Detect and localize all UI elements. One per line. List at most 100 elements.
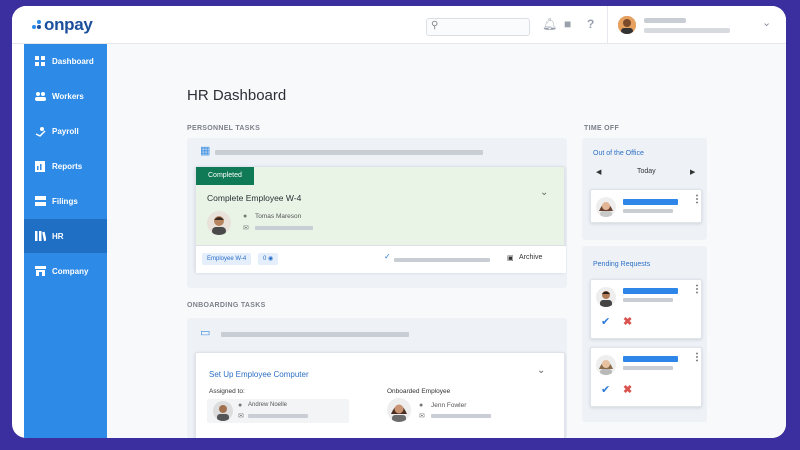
date-placeholder [623, 298, 673, 302]
chevron-down-icon[interactable]: ⌄ [762, 16, 771, 29]
onpay-logo[interactable]: onpay [32, 15, 93, 35]
name-placeholder [623, 356, 678, 362]
onboarding-task-card[interactable]: Set Up Employee Computer ⌄ Assigned to: … [195, 352, 565, 438]
mail-icon: ✉ [419, 413, 425, 420]
sidebar-item-dashboard[interactable]: Dashboard [24, 44, 107, 78]
panel-title-placeholder [221, 332, 409, 337]
next-day-button[interactable]: ▶ [690, 168, 695, 176]
task-title[interactable]: Set Up Employee Computer [209, 370, 309, 379]
person-icon: ● [238, 402, 243, 409]
out-of-office-card[interactable]: ⋮ [590, 189, 702, 223]
completed-date-placeholder [394, 258, 490, 262]
search-input[interactable]: ⚲ [426, 18, 530, 36]
task-card[interactable]: Completed Complete Employee W-4 ⌄ ● Toma… [195, 166, 566, 273]
mail-icon: ✉ [238, 413, 244, 420]
time-off-heading: TIME OFF [584, 125, 620, 132]
comments-badge[interactable]: 0 ◉ [258, 253, 279, 265]
sidebar-item-reports[interactable]: Reports [24, 149, 107, 183]
prev-day-button[interactable]: ◀ [596, 168, 601, 176]
user-name-placeholder [644, 18, 686, 23]
approve-check-icon[interactable]: ✔ [601, 383, 610, 396]
sidebar-item-label: Filings [52, 196, 78, 206]
more-icon[interactable]: ⋮ [692, 195, 702, 205]
sidebar-item-workers[interactable]: Workers [24, 79, 107, 113]
filings-icon [34, 195, 46, 207]
pending-requests-panel: Pending Requests ⋮ ✔ ✖ ⋮ ✔ ✖ [582, 246, 707, 422]
gift-icon[interactable]: ■ [564, 17, 571, 31]
search-icon: ⚲ [431, 20, 439, 31]
mail-icon: ✉ [243, 225, 249, 232]
document-tag[interactable]: Employee W-4 [202, 253, 252, 265]
archive-button[interactable]: Archive [519, 254, 542, 261]
sidebar-item-label: Workers [52, 91, 84, 101]
request-card[interactable]: ⋮ ✔ ✖ [590, 279, 702, 339]
person-icon: ● [243, 213, 248, 220]
pending-requests-title: Pending Requests [593, 261, 651, 268]
bell-icon[interactable]: 🔔︎ [542, 17, 557, 31]
onboarded-name: Jenn Fowler [431, 402, 467, 409]
onboarded-label: Onboarded Employee [387, 388, 451, 395]
logo-text: onpay [44, 15, 93, 34]
check-icon: ✓ [384, 252, 391, 261]
deny-x-icon[interactable]: ✖ [623, 315, 632, 328]
chevron-down-icon[interactable]: ⌄ [537, 365, 545, 376]
user-company-placeholder [644, 28, 730, 33]
employee-avatar [596, 355, 616, 375]
more-icon[interactable]: ⋮ [692, 285, 702, 295]
grid-icon [34, 55, 46, 67]
company-icon [34, 265, 46, 277]
sidebar-item-payroll[interactable]: Payroll [24, 114, 107, 148]
date-placeholder [623, 209, 673, 213]
task-title[interactable]: Complete Employee W-4 [207, 193, 301, 203]
sidebar-item-label: Dashboard [52, 56, 94, 66]
more-icon[interactable]: ⋮ [692, 353, 702, 363]
hr-icon [34, 230, 46, 242]
employee-avatar [596, 287, 616, 307]
person-icon: ● [419, 402, 424, 409]
help-icon[interactable]: ? [587, 17, 594, 31]
name-placeholder [623, 288, 678, 294]
email-placeholder [431, 414, 491, 418]
personnel-tasks-heading: PERSONNEL TASKS [187, 125, 261, 132]
out-of-office-title: Out of the Office [593, 150, 644, 157]
reports-icon [34, 160, 46, 172]
personnel-tasks-panel: ▦ Completed Complete Employee W-4 ⌄ ● To… [187, 138, 567, 288]
main-content: HR Dashboard PERSONNEL TASKS ▦ Completed… [107, 44, 786, 438]
page-title: HR Dashboard [187, 87, 287, 104]
top-bar: onpay ⚲ 🔔︎ ■ ? ⌄ [12, 6, 786, 44]
name-placeholder [623, 199, 678, 205]
sidebar-item-filings[interactable]: Filings [24, 184, 107, 218]
email-placeholder [248, 414, 308, 418]
assigned-label: Assigned to: [209, 388, 245, 395]
sidebar-item-label: Reports [52, 161, 83, 171]
divider [607, 6, 608, 44]
comments-count: 0 [263, 256, 267, 262]
chevron-down-icon[interactable]: ⌄ [540, 187, 548, 198]
request-card[interactable]: ⋮ ✔ ✖ [590, 347, 702, 407]
archive-icon: ▣ [507, 255, 514, 262]
approve-check-icon[interactable]: ✔ [601, 315, 610, 328]
panel-title-placeholder [215, 150, 483, 155]
sidebar-item-label: HR [52, 231, 64, 241]
comment-icon: ◉ [268, 256, 274, 262]
clipboard-icon: ▦ [200, 145, 211, 157]
sidebar-item-label: Payroll [52, 126, 79, 136]
sidebar-item-label: Company [52, 266, 89, 276]
deny-x-icon[interactable]: ✖ [623, 383, 632, 396]
computer-icon: ▭ [200, 327, 211, 339]
assignee-avatar [213, 401, 233, 421]
employee-avatar [207, 211, 231, 235]
email-placeholder [255, 226, 313, 230]
payroll-icon [34, 125, 46, 137]
date-placeholder [623, 366, 673, 370]
app-window: onpay ⚲ 🔔︎ ■ ? ⌄ Dashboard Workers Payro… [12, 6, 786, 438]
out-of-office-panel: Out of the Office ◀ Today ▶ ⋮ [582, 138, 707, 240]
onboarded-avatar [387, 398, 411, 422]
sidebar-item-company[interactable]: Company [24, 254, 107, 288]
onboarding-tasks-panel: ▭ Set Up Employee Computer ⌄ Assigned to… [187, 318, 567, 438]
logo-mark-icon [32, 20, 42, 30]
user-avatar[interactable] [618, 16, 636, 34]
employee-name: Tomas Mareson [255, 213, 302, 220]
assignee-name: Andrew Noelle [248, 402, 288, 408]
sidebar-item-hr[interactable]: HR [24, 219, 107, 253]
